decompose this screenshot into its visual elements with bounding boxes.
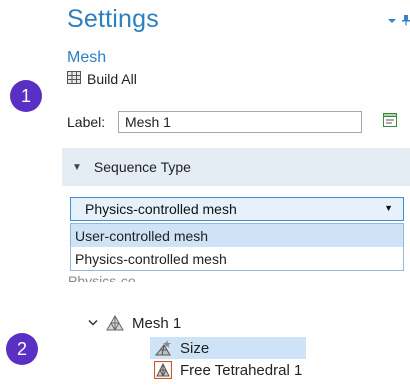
settings-title: Settings xyxy=(67,5,159,33)
header-icons xyxy=(387,13,410,31)
option-user-controlled[interactable]: User-controlled mesh xyxy=(71,224,403,247)
tree-item-free-tetrahedral[interactable]: Free Tetrahedral 1 xyxy=(150,359,302,381)
build-all-label: Build All xyxy=(87,71,137,87)
tree-item-size[interactable]: Size xyxy=(150,337,306,359)
sequence-type-select[interactable]: Physics-controlled mesh ▼ xyxy=(70,197,404,221)
tree-label-free-tetrahedral: Free Tetrahedral 1 xyxy=(180,361,303,379)
build-all-icon xyxy=(67,71,81,87)
edit-label-button[interactable] xyxy=(378,110,402,134)
section-title: Sequence Type xyxy=(93,159,191,175)
mesh-icon xyxy=(106,315,124,331)
label-caption: Label: xyxy=(67,114,106,130)
chevron-down-icon[interactable] xyxy=(88,319,98,327)
label-field[interactable] xyxy=(118,111,362,133)
free-tetrahedral-icon xyxy=(154,361,172,379)
build-all-button[interactable]: Build All xyxy=(67,71,137,87)
size-icon xyxy=(154,339,172,357)
chevron-down-icon: ▼ xyxy=(384,203,393,213)
section-sequence-type[interactable]: ▼ Sequence Type xyxy=(62,148,410,186)
settings-panel: Settings Mesh Build All Label: Mesh 1 ▼ … xyxy=(62,0,410,271)
select-value: Physics-controlled mesh xyxy=(85,201,237,217)
callout-badge-1: 1 xyxy=(10,80,42,112)
callout-badge-2: 2 xyxy=(6,333,38,365)
chevron-down-icon[interactable] xyxy=(387,13,397,31)
pin-icon[interactable] xyxy=(401,13,410,31)
sequence-type-dropdown: User-controlled mesh Physics-controlled … xyxy=(70,223,404,271)
node-title: Mesh xyxy=(67,49,107,66)
collapse-triangle-icon: ▼ xyxy=(72,161,82,173)
edit-label-icon xyxy=(381,111,399,134)
tree-label-mesh: Mesh 1 xyxy=(132,314,182,332)
tree-label-size: Size xyxy=(180,339,210,357)
option-physics-controlled[interactable]: Physics-controlled mesh xyxy=(71,247,403,270)
tree-item-mesh[interactable]: Mesh 1 xyxy=(88,312,181,334)
obscured-text: Physics-co... xyxy=(68,274,148,282)
